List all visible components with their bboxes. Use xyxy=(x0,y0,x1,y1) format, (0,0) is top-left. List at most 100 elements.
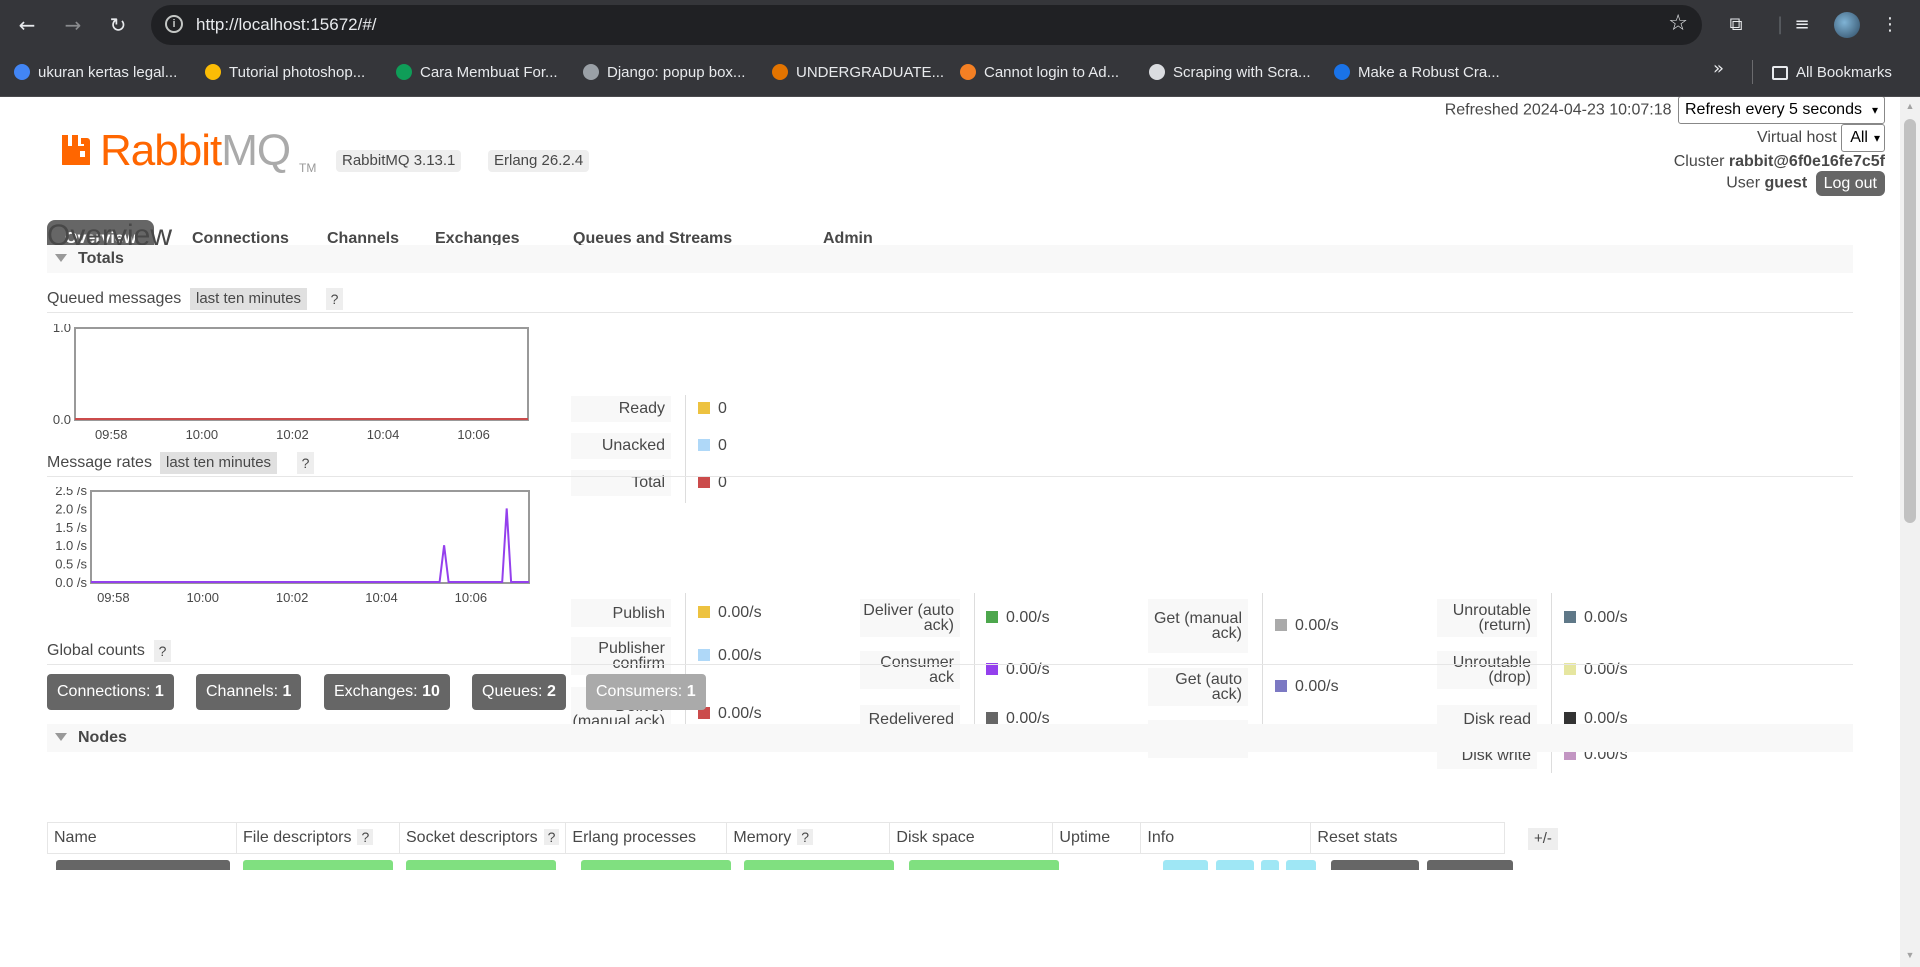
bookmark-star-icon[interactable]: ☆ xyxy=(1668,11,1688,36)
bookmark-item[interactable]: Cannot login to Ad... xyxy=(960,62,1119,84)
user-row: User guest Log out xyxy=(1726,171,1885,196)
x-tick-label: 10:04 xyxy=(365,590,398,602)
bookmark-favicon-icon xyxy=(396,64,412,80)
site-info-icon[interactable]: i xyxy=(165,15,183,33)
rate-legend-value: 0.00/s xyxy=(986,609,1050,627)
count-label: Channels: xyxy=(206,683,279,700)
bookmark-favicon-icon xyxy=(1149,64,1165,80)
extensions-icon[interactable]: ⧉ xyxy=(1722,11,1750,39)
info-badge-stub xyxy=(1261,860,1279,870)
y-tick-label: 0.0 /s xyxy=(55,575,87,590)
refreshed-label: Refreshed 2024-04-23 10:07:18 xyxy=(1444,101,1672,119)
col-memory[interactable]: Memory? xyxy=(726,822,891,854)
global-counts-title: Global counts xyxy=(47,642,145,659)
legend-swatch xyxy=(1564,611,1576,623)
menu-kebab-icon[interactable]: ⋮ xyxy=(1876,11,1904,39)
global-counts-help-button[interactable]: ? xyxy=(154,640,171,662)
bookmark-item[interactable]: Cara Membuat For... xyxy=(396,62,558,84)
queued-messages-title: Queued messages xyxy=(47,290,182,307)
memory-bar-stub xyxy=(744,860,894,870)
col-info[interactable]: Info xyxy=(1140,822,1312,854)
address-bar[interactable]: i http://localhost:15672/#/ ☆ xyxy=(151,5,1702,45)
bookmarks-overflow-icon[interactable]: » xyxy=(1713,58,1724,79)
scroll-down-icon[interactable]: ▼ xyxy=(1903,950,1917,960)
reload-icon[interactable]: ↻ xyxy=(104,11,132,39)
col-uptime[interactable]: Uptime xyxy=(1052,822,1142,854)
memory-help-button[interactable]: ? xyxy=(797,829,813,845)
col-file-descriptors[interactable]: File descriptors? xyxy=(236,822,400,854)
rates-help-button[interactable]: ? xyxy=(297,452,314,474)
x-tick-label: 10:06 xyxy=(455,590,488,602)
totals-section-toggle[interactable]: Totals xyxy=(47,245,1853,273)
queued-range-selector[interactable]: last ten minutes xyxy=(190,288,308,310)
profile-avatar[interactable] xyxy=(1834,12,1860,38)
global-count-queues-button[interactable]: Queues: 2 xyxy=(472,674,566,710)
bookmark-item[interactable]: Django: popup box... xyxy=(583,62,745,84)
info-badge-stub xyxy=(1286,860,1316,870)
disk-bar-stub xyxy=(909,860,1059,870)
all-bookmarks-button[interactable]: All Bookmarks xyxy=(1772,62,1892,84)
columns-toggle-button[interactable]: +/- xyxy=(1528,828,1558,850)
bookmark-label: Cannot login to Ad... xyxy=(984,64,1120,81)
scroll-up-icon[interactable]: ▲ xyxy=(1903,101,1917,111)
nodes-section-toggle[interactable]: Nodes xyxy=(47,724,1853,752)
rate-legend-label: Unroutable (return) xyxy=(1437,599,1537,637)
col-name[interactable]: Name xyxy=(47,822,237,854)
y-tick-label: 2.5 /s xyxy=(55,487,87,498)
global-count-consumers-button[interactable]: Consumers: 1 xyxy=(586,674,706,710)
brand-mq: MQ xyxy=(221,126,291,175)
global-count-exchanges-button[interactable]: Exchanges: 10 xyxy=(324,674,450,710)
rate-legend-number: 0.00/s xyxy=(1295,678,1339,695)
col-file-descriptors-label: File descriptors xyxy=(243,829,352,846)
url-text[interactable]: http://localhost:15672/#/ xyxy=(196,15,377,35)
rate-legend-value: 0.00/s xyxy=(1275,678,1339,696)
legend-swatch xyxy=(986,611,998,623)
logout-button[interactable]: Log out xyxy=(1815,171,1885,196)
rates-range-selector[interactable]: last ten minutes xyxy=(160,452,278,474)
scrollbar-thumb[interactable] xyxy=(1904,119,1916,523)
count-value: 1 xyxy=(154,683,164,700)
bookmark-item[interactable]: Scraping with Scra... xyxy=(1149,62,1311,84)
col-disk-space[interactable]: Disk space xyxy=(889,822,1054,854)
queued-legend-number: 0 xyxy=(718,400,727,417)
back-icon[interactable]: ← xyxy=(13,11,41,39)
rate-legend-number: 0.00/s xyxy=(718,604,762,621)
bookmark-favicon-icon xyxy=(14,64,30,80)
bookmark-label: Tutorial photoshop... xyxy=(229,64,366,81)
refresh-interval-select[interactable]: Refresh every 5 seconds ▾ xyxy=(1677,97,1885,124)
media-controls-icon[interactable]: ≡ xyxy=(1788,11,1816,39)
bookmark-item[interactable]: ukuran kertas legal... xyxy=(14,62,177,84)
bookmark-label: ukuran kertas legal... xyxy=(38,64,178,81)
col-erlang-processes[interactable]: Erlang processes xyxy=(565,822,728,854)
global-count-connections-button[interactable]: Connections: 1 xyxy=(47,674,174,710)
bookmark-favicon-icon xyxy=(205,64,221,80)
cluster-row: Cluster rabbit@6f0e16fe7c5f xyxy=(1674,153,1885,171)
legend-divider xyxy=(685,593,686,743)
vhost-label: Virtual host xyxy=(1756,129,1837,147)
legend-divider xyxy=(974,593,975,743)
count-value: 1 xyxy=(282,683,292,700)
legend-swatch xyxy=(698,606,710,618)
vhost-select[interactable]: All ▾ xyxy=(1841,124,1885,152)
bookmark-item[interactable]: Tutorial photoshop... xyxy=(205,62,365,84)
x-tick-label: 10:00 xyxy=(186,427,219,439)
queued-help-button[interactable]: ? xyxy=(326,288,343,310)
forward-icon[interactable]: → xyxy=(59,11,87,39)
bookmark-item[interactable]: UNDERGRADUATE... xyxy=(772,62,944,84)
bookmark-item[interactable]: Make a Robust Cra... xyxy=(1334,62,1500,84)
x-tick-label: 10:04 xyxy=(367,427,400,439)
rate-legend-value: 0.00/s xyxy=(698,604,762,622)
bookmarks-divider xyxy=(1752,60,1753,84)
y-tick-label: 1.0 xyxy=(53,324,71,335)
count-label: Exchanges: xyxy=(334,683,418,700)
legend-swatch xyxy=(698,476,710,488)
global-count-channels-button[interactable]: Channels: 1 xyxy=(196,674,302,710)
socket-descriptors-help-button[interactable]: ? xyxy=(543,829,560,845)
bookmark-label: Make a Robust Cra... xyxy=(1358,64,1500,81)
col-socket-descriptors[interactable]: Socket descriptors? xyxy=(398,822,567,854)
col-reset-stats[interactable]: Reset stats xyxy=(1310,822,1506,854)
file-descriptors-help-button[interactable]: ? xyxy=(357,829,374,845)
reset-button-stub xyxy=(1427,860,1513,870)
rate-legend-text: Get (manual ack) xyxy=(1153,610,1242,642)
queued-legend-label: Ready xyxy=(571,396,671,422)
